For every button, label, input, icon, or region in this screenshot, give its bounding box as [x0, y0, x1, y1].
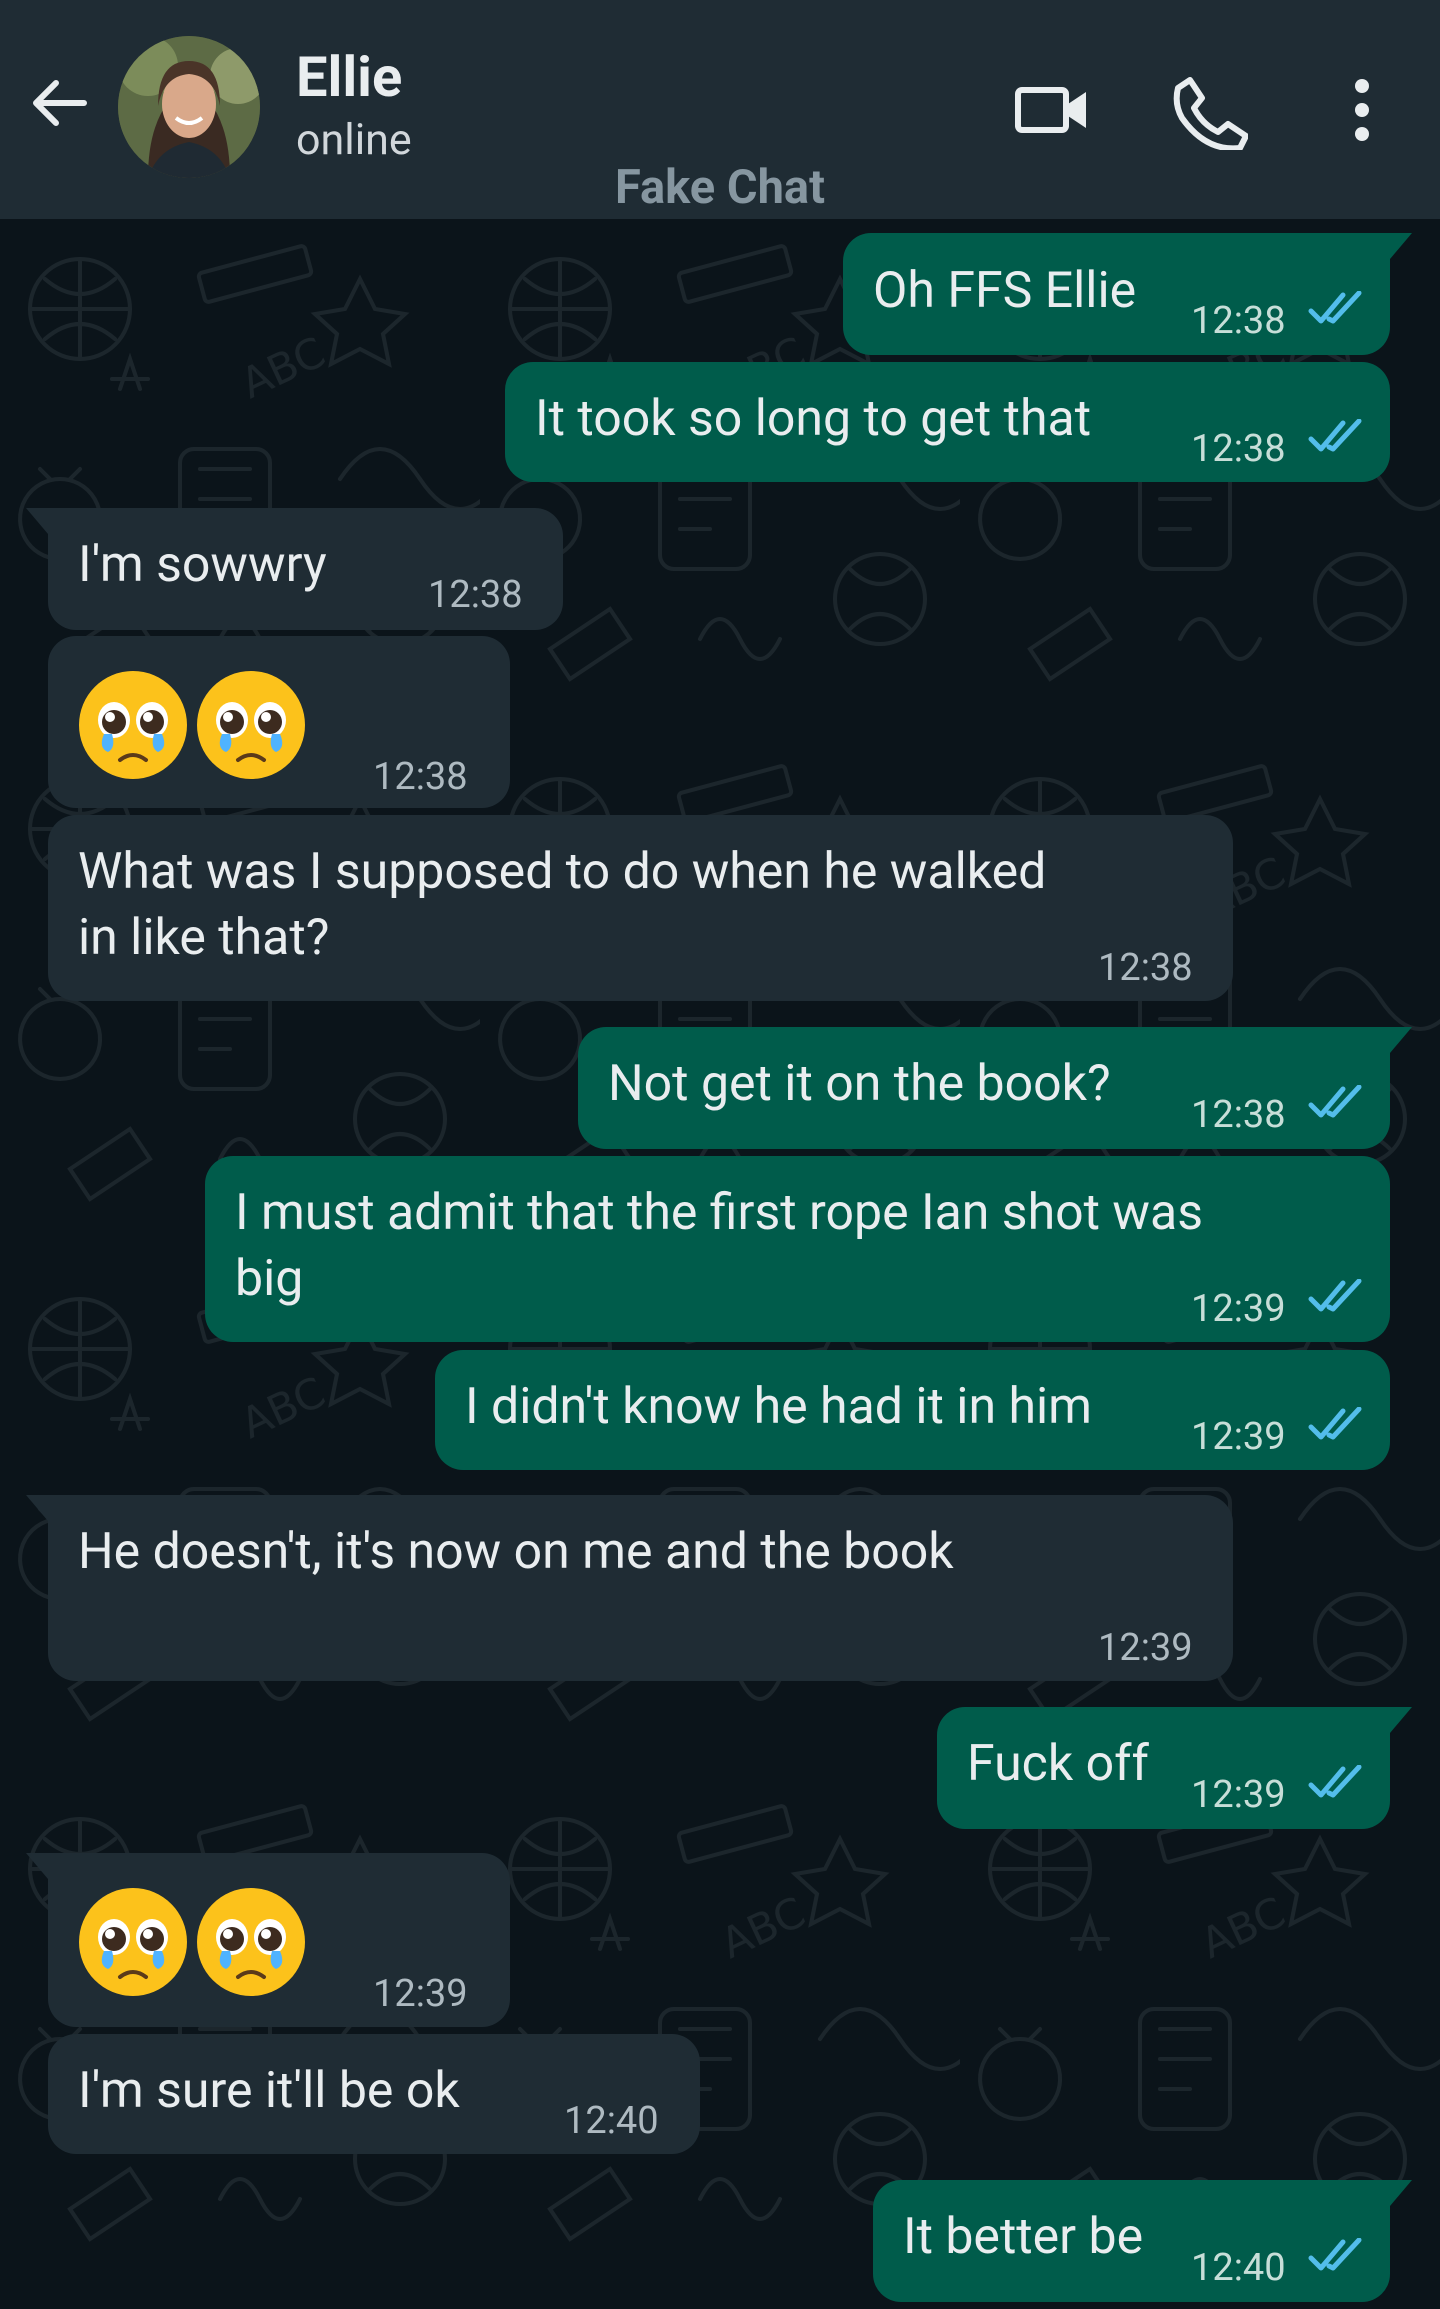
video-call-icon[interactable]	[1012, 70, 1092, 150]
message-bubble-outgoing[interactable]: Not get it on the book? 12:38	[578, 1027, 1412, 1149]
chat-header: Ellie online Fake Chat	[0, 0, 1440, 219]
message-time: 12:39	[1098, 1626, 1193, 1670]
message-text: He doesn't, it's now on me and the book	[78, 1523, 954, 1581]
double-check-icon	[1308, 291, 1362, 324]
message-time: 12:38	[428, 573, 523, 617]
contact-avatar[interactable]	[118, 36, 260, 178]
message-time: 12:39	[1191, 1415, 1286, 1459]
pleading-face-emoji	[197, 671, 305, 779]
message-time: 12:39	[1191, 1773, 1286, 1817]
back-arrow-icon[interactable]	[26, 70, 92, 136]
double-check-icon	[1308, 1085, 1362, 1118]
message-bubble-incoming[interactable]: 12:38	[48, 636, 510, 808]
message-bubble-incoming[interactable]: I'm sowwry 12:38	[26, 508, 563, 630]
message-text: Fuck off	[967, 1735, 1149, 1793]
more-options-icon[interactable]	[1322, 70, 1402, 150]
message-text: big	[235, 1250, 304, 1308]
pleading-face-emoji	[197, 1888, 305, 1996]
message-bubble-incoming[interactable]: What was I supposed to do when he walked…	[48, 815, 1233, 1001]
message-time: 12:39	[1191, 1287, 1286, 1331]
message-time: 12:39	[373, 1972, 468, 2016]
message-time: 12:38	[1191, 299, 1286, 343]
message-text: Oh FFS Ellie	[873, 262, 1137, 320]
contact-status: online	[296, 115, 412, 165]
double-check-icon	[1308, 2238, 1362, 2271]
message-text: I didn't know he had it in him	[465, 1378, 1093, 1436]
message-bubble-outgoing[interactable]: It better be 12:40	[873, 2180, 1412, 2302]
message-text: I'm sowwry	[78, 536, 327, 594]
message-bubble-outgoing[interactable]: I must admit that the first rope Ian sho…	[205, 1156, 1390, 1342]
double-check-icon	[1308, 1407, 1362, 1440]
message-time: 12:38	[1191, 1093, 1286, 1137]
message-text: What was I supposed to do when he walked	[78, 843, 1047, 901]
message-text: It better be	[903, 2208, 1144, 2266]
message-bubble-outgoing[interactable]: Fuck off 12:39	[937, 1707, 1412, 1829]
message-time: 12:38	[1098, 946, 1193, 990]
message-text: It took so long to get that	[535, 390, 1092, 448]
message-bubble-outgoing[interactable]: It took so long to get that 12:38	[505, 362, 1390, 482]
message-time: 12:40	[1191, 2246, 1286, 2290]
double-check-icon	[1308, 419, 1362, 452]
message-text: I'm sure it'll be ok	[78, 2062, 460, 2120]
contact-name[interactable]: Ellie	[296, 44, 402, 110]
app-watermark: Fake Chat	[614, 160, 825, 215]
message-bubble-incoming[interactable]: He doesn't, it's now on me and the book …	[26, 1495, 1233, 1681]
pleading-face-emoji	[79, 671, 187, 779]
message-time: 12:40	[564, 2099, 659, 2143]
pleading-face-emoji	[79, 1888, 187, 1996]
message-time: 12:38	[1191, 427, 1286, 471]
message-text: I must admit that the first rope Ian sho…	[235, 1184, 1203, 1242]
double-check-icon	[1308, 1279, 1362, 1312]
message-bubble-outgoing[interactable]: Oh FFS Ellie 12:38	[843, 233, 1412, 355]
message-time: 12:38	[373, 755, 468, 799]
message-bubble-outgoing[interactable]: I didn't know he had it in him 12:39	[435, 1350, 1390, 1470]
message-bubble-incoming[interactable]: I'm sure it'll be ok 12:40	[48, 2034, 700, 2154]
phone-icon[interactable]	[1168, 70, 1248, 150]
message-bubble-incoming[interactable]: 12:39	[26, 1853, 510, 2027]
double-check-icon	[1308, 1765, 1362, 1798]
message-text: in like that?	[78, 909, 330, 967]
message-text: Not get it on the book?	[608, 1055, 1111, 1113]
